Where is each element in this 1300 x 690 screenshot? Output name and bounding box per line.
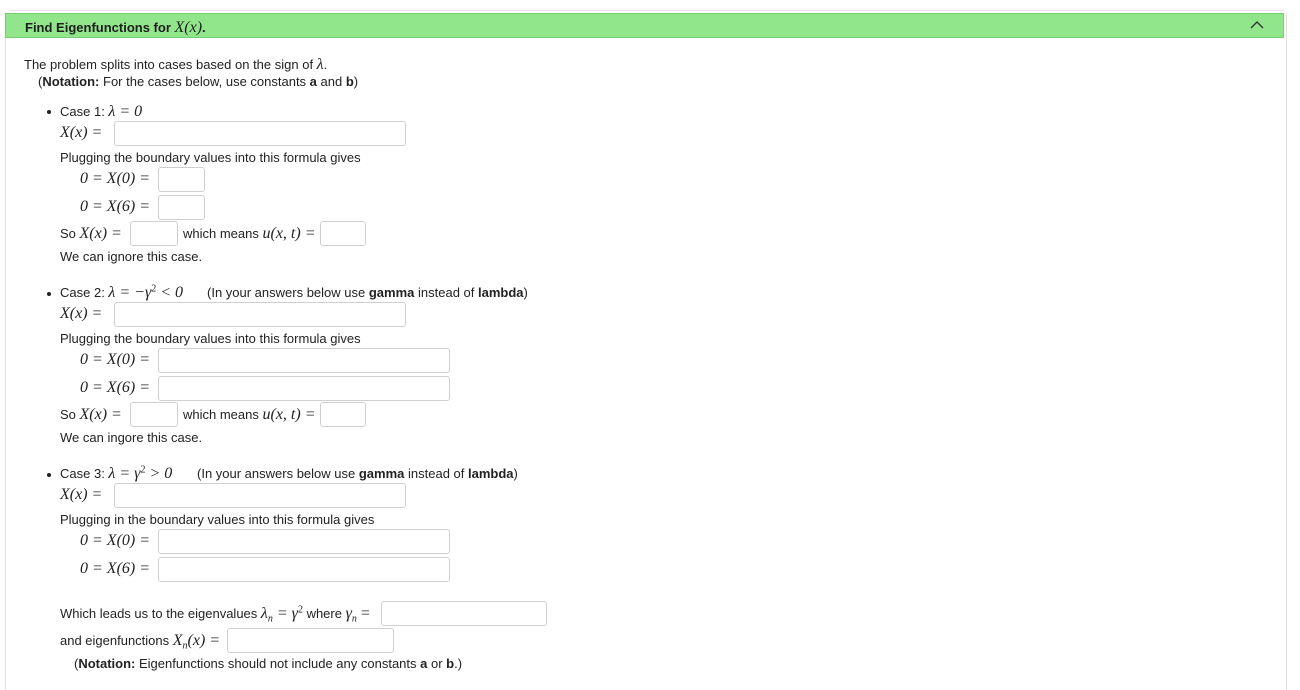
case3-eq2-label: 0 = X(6) = (80, 560, 151, 577)
case2-plug-text: Plugging the boundary values into this f… (60, 331, 361, 346)
case1-so-input[interactable] (130, 221, 178, 246)
case2-means-label: which means u(x, t) = (183, 406, 316, 423)
chevron-up-icon[interactable] (1249, 18, 1265, 32)
case1-bullet (47, 110, 51, 114)
case2-so-label: So X(x) = (60, 406, 122, 423)
case3-x-input[interactable] (114, 483, 406, 508)
case1-means-label: which means u(x, t) = (183, 225, 316, 242)
case1-eq1-label: 0 = X(0) = (80, 170, 151, 187)
final-notation: (Notation: Eigenfunctions should not inc… (74, 656, 463, 671)
intro-notation: (Notation: For the cases below, use cons… (38, 74, 359, 89)
case2-u-input[interactable] (320, 402, 366, 427)
case1-u-input[interactable] (320, 221, 366, 246)
case1-eq2-label: 0 = X(6) = (80, 198, 151, 215)
top-divider (10, 10, 1285, 11)
case1-x-input[interactable] (114, 121, 406, 146)
case2-x6-input[interactable] (158, 376, 450, 401)
case2-so-input[interactable] (130, 402, 178, 427)
case2-note: (In your answers below use gamma instead… (207, 285, 528, 300)
eigenfunction-input[interactable] (227, 628, 394, 653)
intro-text: The problem splits into cases based on t… (24, 56, 328, 73)
case1-so-label: So X(x) = (60, 225, 122, 242)
case3-bullet (47, 473, 51, 477)
case2-eq2-label: 0 = X(6) = (80, 379, 151, 396)
eigenfunctions-label: and eigenfunctions Xn(x) = (60, 632, 221, 652)
case2-eq1-label: 0 = X(0) = (80, 351, 151, 368)
case3-note: (In your answers below use gamma instead… (197, 466, 518, 481)
case2-x-input[interactable] (114, 302, 406, 327)
case3-x-label: X(x) = (60, 486, 103, 503)
case3-heading: Case 3: λ = γ2 > 0 (60, 464, 173, 482)
case2-x0-input[interactable] (158, 348, 450, 373)
case2-heading: Case 2: λ = −γ2 < 0 (60, 283, 184, 301)
gamma-n-input[interactable] (381, 601, 547, 626)
case3-eq1-label: 0 = X(0) = (80, 532, 151, 549)
section-title: Find Eigenfunctions for X(x). (25, 19, 206, 36)
case1-plug-text: Plugging the boundary values into this f… (60, 150, 361, 165)
case1-x0-input[interactable] (158, 167, 205, 192)
case1-ignore-text: We can ignore this case. (60, 249, 203, 264)
case3-x6-input[interactable] (158, 557, 450, 582)
eigenvalues-label: Which leads us to the eigenvalues λn = γ… (60, 604, 370, 625)
case1-heading: Case 1: λ = 0 (60, 103, 143, 120)
case2-ignore-text: We can ingore this case. (60, 430, 203, 445)
case2-x-label: X(x) = (60, 305, 103, 322)
case2-bullet (47, 292, 51, 296)
case1-x-label: X(x) = (60, 124, 103, 141)
case1-x6-input[interactable] (158, 195, 205, 220)
case3-plug-text: Plugging in the boundary values into thi… (60, 512, 375, 527)
section-header[interactable]: Find Eigenfunctions for X(x). (5, 13, 1284, 38)
case3-x0-input[interactable] (158, 529, 450, 554)
